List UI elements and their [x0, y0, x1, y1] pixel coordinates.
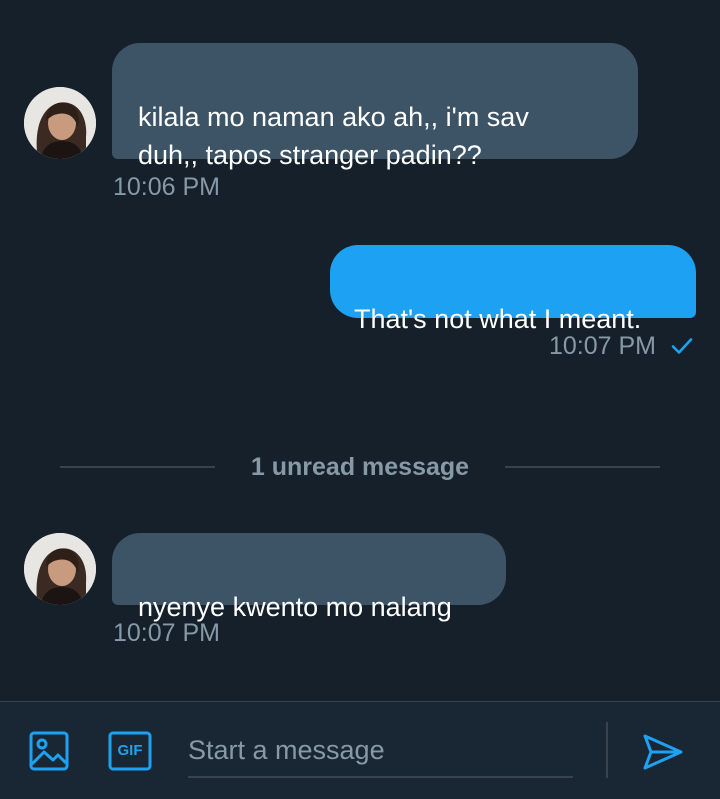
- add-gif-button[interactable]: GIF: [108, 731, 152, 771]
- message-text: kilala mo naman ako ah,, i'm sav duh,, t…: [138, 102, 529, 170]
- message-bubble-incoming[interactable]: nyenye kwento mo nalang: [112, 533, 506, 622]
- message-bubble-outgoing[interactable]: That's not what I meant.: [330, 245, 696, 334]
- send-icon: [643, 734, 683, 770]
- user-avatar-image: [24, 533, 96, 605]
- checkmark-icon: [671, 338, 693, 354]
- add-image-button[interactable]: [28, 730, 70, 772]
- composer-separator: [606, 722, 608, 778]
- image-icon: [29, 731, 69, 771]
- message-timestamp: 10:06 PM: [113, 173, 221, 201]
- message-bubble-incoming[interactable]: kilala mo naman ako ah,, i'm sav duh,, t…: [112, 43, 638, 170]
- send-button[interactable]: [641, 730, 685, 774]
- divider-line-right: [505, 466, 660, 468]
- gif-label: GIF: [117, 742, 143, 759]
- user-avatar-image: [24, 87, 96, 159]
- sender-avatar[interactable]: [24, 87, 96, 159]
- message-timestamp: 10:07 PM: [113, 619, 221, 647]
- sender-avatar[interactable]: [24, 533, 96, 605]
- message-text: That's not what I meant.: [354, 304, 642, 334]
- message-timestamp: 10:07 PM: [549, 332, 657, 360]
- message-composer: GIF: [0, 701, 720, 799]
- message-input[interactable]: [188, 724, 573, 778]
